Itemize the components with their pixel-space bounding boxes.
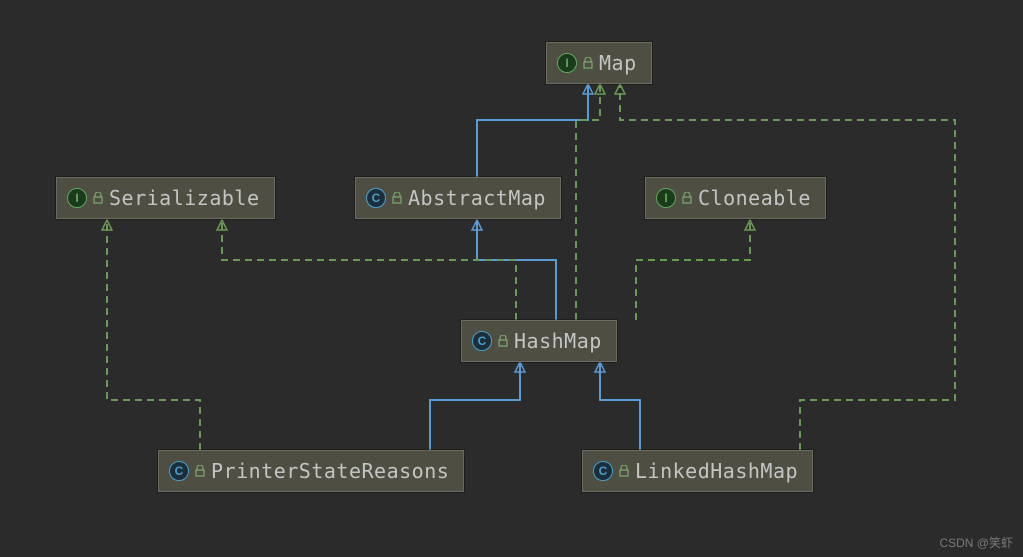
node-label: Serializable [109,186,260,210]
class-icon: C [472,331,492,351]
class-icon: C [169,461,189,481]
node-label: AbstractMap [408,186,546,210]
lock-icon [619,465,629,477]
lock-icon [392,192,402,204]
node-printerstatereasons[interactable]: C PrinterStateReasons [158,450,464,492]
node-label: Map [599,51,637,75]
watermark: CSDN @笑虾 [939,534,1013,551]
node-label: Cloneable [698,186,811,210]
node-hashmap[interactable]: C HashMap [461,320,617,362]
interface-icon: I [67,188,87,208]
node-label: PrinterStateReasons [211,459,449,483]
abstract-class-icon: C [366,188,386,208]
node-cloneable[interactable]: I Cloneable [645,177,826,219]
lock-icon [682,192,692,204]
interface-icon: I [557,53,577,73]
node-linkedhashmap[interactable]: C LinkedHashMap [582,450,813,492]
interface-icon: I [656,188,676,208]
lock-icon [93,192,103,204]
node-serializable[interactable]: I Serializable [56,177,275,219]
node-label: LinkedHashMap [635,459,798,483]
lock-icon [583,57,593,69]
diagram-canvas: I Map I Serializable C AbstractMap I Clo… [0,0,1023,557]
lock-icon [195,465,205,477]
edges-layer [0,0,1023,557]
class-icon: C [593,461,613,481]
node-map[interactable]: I Map [546,42,652,84]
node-abstractmap[interactable]: C AbstractMap [355,177,561,219]
lock-icon [498,335,508,347]
node-label: HashMap [514,329,602,353]
